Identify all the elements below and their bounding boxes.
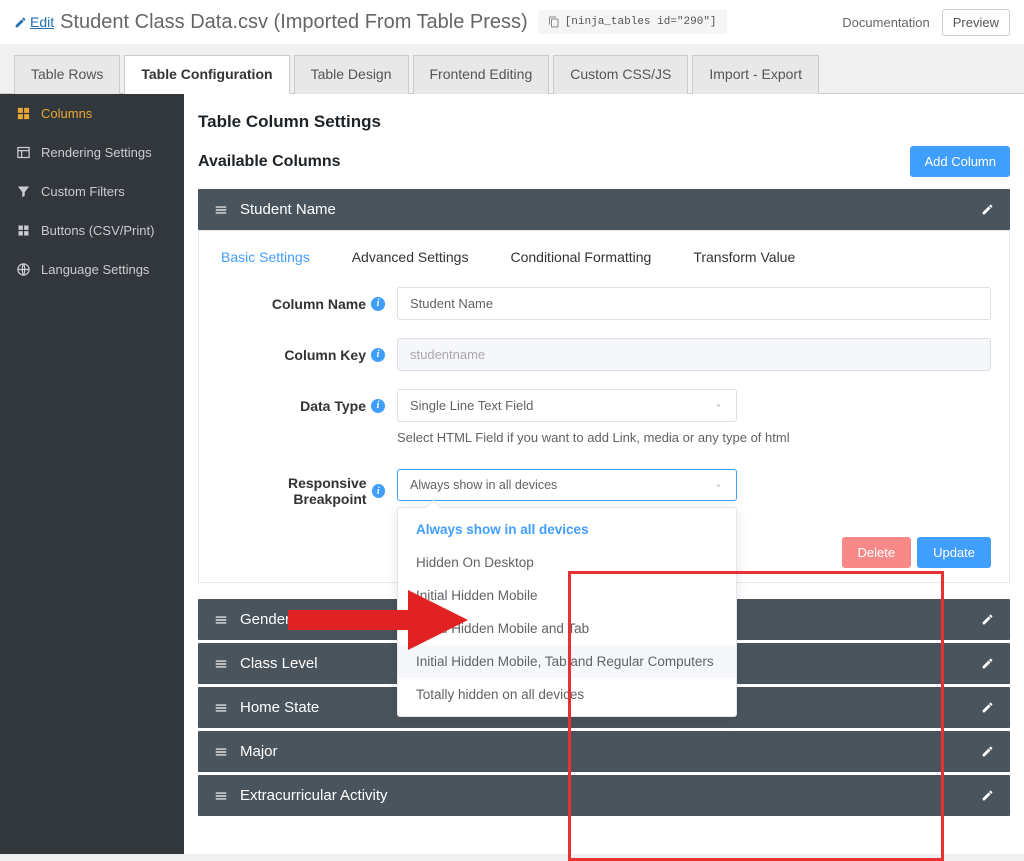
documentation-link[interactable]: Documentation — [842, 15, 929, 30]
sidebar-item-label: Buttons (CSV/Print) — [41, 223, 154, 238]
pencil-icon[interactable] — [981, 789, 994, 802]
edit-link-label: Edit — [30, 14, 54, 30]
pencil-icon[interactable] — [981, 745, 994, 758]
dropdown-option[interactable]: Always show in all devices — [398, 513, 736, 546]
input-column-name[interactable] — [397, 287, 991, 320]
column-bar-major[interactable]: Major — [198, 731, 1010, 772]
column-bar-label: Major — [240, 743, 278, 760]
shortcode-text: [ninja_tables id="290"] — [565, 16, 717, 28]
tab-table-rows[interactable]: Table Rows — [14, 55, 120, 94]
sidebar-item-label: Custom Filters — [41, 184, 125, 199]
add-column-button[interactable]: Add Column — [910, 146, 1010, 177]
columns-icon — [16, 106, 31, 121]
info-icon[interactable]: i — [371, 399, 385, 413]
dropdown-option[interactable]: Hidden On Desktop — [398, 546, 736, 579]
copy-icon — [548, 16, 560, 28]
layout-icon — [16, 145, 31, 160]
select-responsive-breakpoint[interactable]: Always show in all devices — [397, 469, 737, 501]
top-tabs: Table Rows Table Configuration Table Des… — [0, 44, 1024, 94]
info-icon[interactable]: i — [371, 297, 385, 311]
sidebar-item-label: Language Settings — [41, 262, 149, 277]
select-data-type-value: Single Line Text Field — [410, 398, 533, 413]
edit-link[interactable]: Edit — [14, 14, 54, 30]
delete-button[interactable]: Delete — [842, 537, 912, 568]
tab-frontend-editing[interactable]: Frontend Editing — [413, 55, 550, 94]
grid-icon — [16, 223, 31, 238]
column-settings-panel: Basic Settings Advanced Settings Conditi… — [198, 230, 1010, 583]
tab-table-configuration[interactable]: Table Configuration — [124, 55, 289, 94]
tab-import-export[interactable]: Import - Export — [692, 55, 819, 94]
label-column-key: Column Keyi — [217, 347, 385, 363]
column-bar-label: Student Name — [240, 201, 336, 218]
drag-handle-icon[interactable] — [214, 789, 228, 803]
inner-tab-conditional[interactable]: Conditional Formatting — [510, 249, 651, 265]
page-title: Student Class Data.csv (Imported From Ta… — [60, 11, 528, 34]
pencil-icon[interactable] — [981, 657, 994, 670]
available-columns-label: Available Columns — [198, 153, 341, 171]
drag-handle-icon[interactable] — [214, 701, 228, 715]
drag-handle-icon[interactable] — [214, 745, 228, 759]
info-icon[interactable]: i — [371, 348, 385, 362]
drag-handle-icon[interactable] — [214, 657, 228, 671]
inner-tab-basic[interactable]: Basic Settings — [221, 249, 310, 265]
pencil-icon — [14, 16, 27, 29]
label-responsive-breakpoint: Responsive Breakpointi — [217, 469, 385, 507]
tab-custom-css-js[interactable]: Custom CSS/JS — [553, 55, 688, 94]
input-column-key — [397, 338, 991, 371]
chevron-up-icon — [713, 480, 724, 491]
column-bar-label: Extracurricular Activity — [240, 787, 388, 804]
sidebar-item-buttons-csv-print[interactable]: Buttons (CSV/Print) — [0, 211, 184, 250]
column-bar-label: Home State — [240, 699, 319, 716]
section-heading: Table Column Settings — [198, 112, 1010, 132]
dropdown-option[interactable]: Totally hidden on all devices — [398, 678, 736, 711]
titlebar: Edit Student Class Data.csv (Imported Fr… — [0, 0, 1024, 44]
drag-handle-icon[interactable] — [214, 203, 228, 217]
column-bar-student-name[interactable]: Student Name — [198, 189, 1010, 230]
tab-table-design[interactable]: Table Design — [294, 55, 409, 94]
column-bar-extracurricular[interactable]: Extracurricular Activity — [198, 775, 1010, 816]
titlebar-right: Documentation Preview — [842, 9, 1010, 36]
preview-button[interactable]: Preview — [942, 9, 1010, 36]
sidebar-item-custom-filters[interactable]: Custom Filters — [0, 172, 184, 211]
update-button[interactable]: Update — [917, 537, 991, 568]
annotation-arrow — [288, 590, 468, 670]
sidebar-item-language-settings[interactable]: Language Settings — [0, 250, 184, 289]
globe-icon — [16, 262, 31, 277]
sidebar-item-columns[interactable]: Columns — [0, 94, 184, 133]
inner-tab-advanced[interactable]: Advanced Settings — [352, 249, 469, 265]
filter-icon — [16, 184, 31, 199]
sidebar-item-rendering-settings[interactable]: Rendering Settings — [0, 133, 184, 172]
data-type-hint: Select HTML Field if you want to add Lin… — [397, 430, 991, 445]
label-data-type: Data Typei — [217, 398, 385, 414]
inner-tab-transform[interactable]: Transform Value — [693, 249, 795, 265]
shortcode-button[interactable]: [ninja_tables id="290"] — [538, 10, 727, 34]
pencil-icon[interactable] — [981, 203, 994, 216]
select-breakpoint-value: Always show in all devices — [410, 478, 557, 492]
pencil-icon[interactable] — [981, 701, 994, 714]
column-bar-label: Gender — [240, 611, 290, 628]
drag-handle-icon[interactable] — [214, 613, 228, 627]
select-data-type[interactable]: Single Line Text Field — [397, 389, 737, 422]
main-panel: Table Column Settings Available Columns … — [184, 94, 1024, 854]
config-sidebar: Columns Rendering Settings Custom Filter… — [0, 94, 184, 854]
available-columns-row: Available Columns Add Column — [198, 146, 1010, 177]
label-column-name: Column Namei — [217, 296, 385, 312]
chevron-down-icon — [713, 400, 724, 411]
sidebar-item-label: Rendering Settings — [41, 145, 152, 160]
pencil-icon[interactable] — [981, 613, 994, 626]
info-icon[interactable]: i — [372, 484, 385, 498]
inner-tabs: Basic Settings Advanced Settings Conditi… — [217, 249, 991, 265]
sidebar-item-label: Columns — [41, 106, 92, 121]
